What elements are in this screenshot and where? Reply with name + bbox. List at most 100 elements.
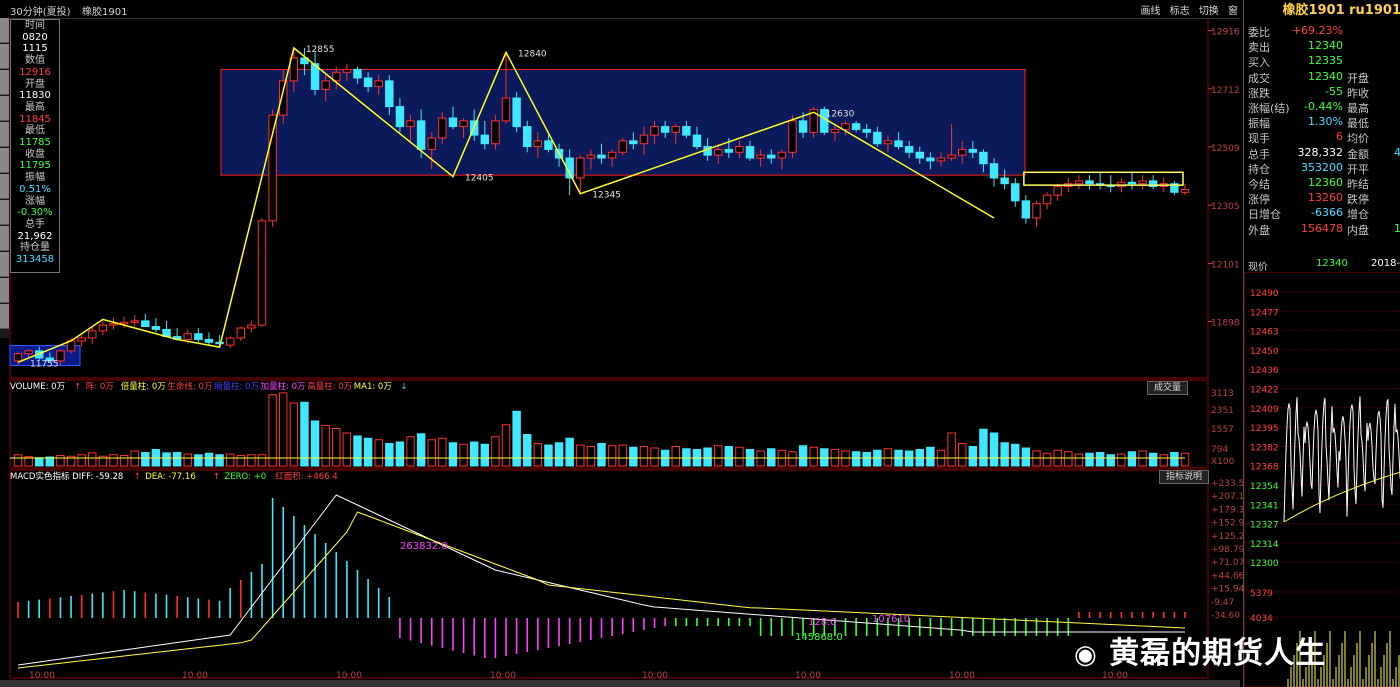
candle [459,120,468,128]
macd-tick-label: -34.60 [1211,611,1240,621]
volume-bar [767,448,776,467]
volume-bar [650,447,659,467]
volume-bar [724,446,734,467]
volume-legend: 阵: 0万 [86,381,114,392]
candle [395,106,405,128]
candle [873,131,882,145]
quote-cell: -0.44% [1304,100,1343,113]
candle [247,324,256,329]
candle [257,220,267,326]
candle [639,134,649,145]
volume-bar [1148,452,1158,467]
info-row: 持仓量 [20,242,50,254]
volume-bar [1064,451,1073,467]
volume-legend: ↑ [74,382,81,392]
period-label[interactable]: 30分钟(夏投) [10,3,71,18]
candle [926,157,935,162]
info-row: 最高 [25,101,45,113]
candle [607,151,617,159]
volume-bar [406,436,415,467]
indicator-help-button[interactable]: 指标说明 [1159,470,1210,484]
macd-tick-label: +71.07 [1211,558,1243,568]
candle [1032,203,1041,219]
volume-bar [56,455,65,467]
candle [544,140,553,150]
info-row: 11785 [19,137,51,149]
candle [1180,188,1190,193]
volume-bar [1170,452,1179,467]
candle [342,68,352,73]
candle [735,146,744,153]
weibo-watermark: ◉ 黄磊的期货人生 [1074,628,1326,672]
flag-button[interactable]: 标志 [1170,6,1190,17]
candle [130,320,139,323]
tick-label: 12341 [1250,501,1279,511]
date-label: 2018-0 [1371,258,1400,269]
quote-cell: 6 [1336,130,1343,144]
draw-line-button[interactable]: 画线 [1140,6,1160,17]
volume-bar [957,443,967,467]
swing-label: 12405 [465,174,494,184]
info-row: 313458 [15,254,55,266]
candle [1042,194,1052,205]
volume-bar [310,420,320,467]
candle [1053,186,1062,196]
volume-bar [141,452,150,467]
volume-bar [1095,452,1105,467]
quote-cell: 最低 [1347,117,1369,131]
quote-row: 振幅 1.30% 最低 [1248,115,1400,130]
quote-cell: 12340 [1308,69,1343,83]
info-row: 0820 [22,31,48,43]
info-row: 12916 [19,66,51,78]
left-vertical-tabs[interactable] [0,18,9,338]
info-row: 11845 [19,113,51,125]
candle [215,341,224,345]
candle [363,77,373,88]
candle [671,126,680,133]
candle [767,154,776,159]
quote-cell: 328,332 [1297,145,1344,159]
price-tick-label: 11898 [1211,318,1240,328]
consolidation-box [220,68,1026,176]
quote-cell: 昨收 [1347,86,1369,100]
candle [416,120,426,150]
bottom-indicator-tabs[interactable] [0,680,1240,687]
switch-button[interactable]: 切换 [1199,6,1219,17]
watermark-text: 黄磊的期货人生 [1109,636,1327,671]
candle [957,148,967,156]
volume-bar [427,439,436,467]
volume-tick-label: 2351 [1211,406,1234,416]
quote-cell: +69.23% [1291,24,1343,37]
volume-bar [109,454,118,467]
candle [915,151,924,159]
quote-cell: 4 [1394,145,1400,159]
macd-dea-line [17,511,1186,669]
quote-cell: 12340 [1308,39,1343,53]
volume-bar [268,394,277,467]
candle [936,157,946,162]
quote-row: 今结 12360 昨结 [1248,176,1400,191]
candle [279,80,288,116]
volume-legend: 缩量柱: 0万 [214,381,259,392]
quote-cell: 卖出 [1248,41,1270,55]
volume-indicator-button[interactable]: 成交量 [1147,381,1189,395]
price-tick-label: 12712 [1211,86,1240,96]
quote-cell: 12335 [1308,54,1343,68]
candle [225,337,235,346]
volume-tick-label: 1557 [1211,425,1234,435]
quote-cell: 开平 [1347,162,1369,176]
tick-label: 12463 [1250,328,1279,338]
info-row: 11830 [19,90,51,102]
volume-bar [215,454,224,467]
quote-cell: 现手 [1248,132,1270,146]
candle [1021,200,1031,219]
kline-chart: 12916 12712 12509 12305 12101 11898 11755 12855… [9,17,1243,681]
quote-row: 涨幅(结) -0.44% 最高 [1248,100,1400,115]
volume-bar [438,437,447,467]
window-button[interactable]: 窗 [1228,6,1238,17]
swing-label: 11755 [30,359,59,369]
volume-bar [979,428,988,467]
title-bar: 30分钟(夏投) 橡胶1901 画线 标志 切换 窗 [0,0,1240,19]
volume-bar [469,441,479,467]
volume-bar [1021,447,1031,467]
